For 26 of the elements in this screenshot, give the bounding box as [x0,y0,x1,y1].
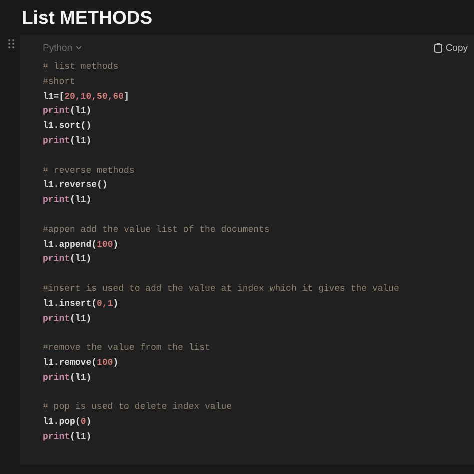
code-line: print(l1) [43,312,92,326]
code-line: print(l1) [43,253,92,266]
code-line: print(l1) [43,194,92,208]
copy-button[interactable]: Copy [434,42,468,54]
chevron-icon [76,46,82,50]
code-comment: #short [43,76,76,89]
code-comment: #remove the value from the list [43,342,210,356]
clipboard-icon [434,43,443,53]
code-line: l1.remove(100) [43,356,119,370]
drag-handle-icon[interactable] [8,39,15,49]
code-line: l1.sort() [43,120,92,134]
code-line: print(l1) [43,134,92,148]
code-line: l1.insert(0,1) [43,298,119,311]
code-line: print(l1) [43,430,92,444]
code-comment: #insert is used to add the value at index which it gives the value [43,282,400,296]
code-line: l1=[20,10,50,60] [43,90,130,104]
code-line: l1.append(100) [43,238,119,252]
code-comment: # list methods [43,61,119,74]
code-line: l1.pop(0) [43,416,92,430]
code-line: l1.reverse() [43,179,108,192]
code-line: print(l1) [43,372,92,385]
code-comment: # reverse methods [43,164,135,178]
code-comment: #appen add the value list of the documents [43,224,270,237]
code-comment: # pop is used to delete index value [43,401,232,414]
page-title: List METHODS [22,7,153,29]
code-line: print(l1) [43,105,92,118]
